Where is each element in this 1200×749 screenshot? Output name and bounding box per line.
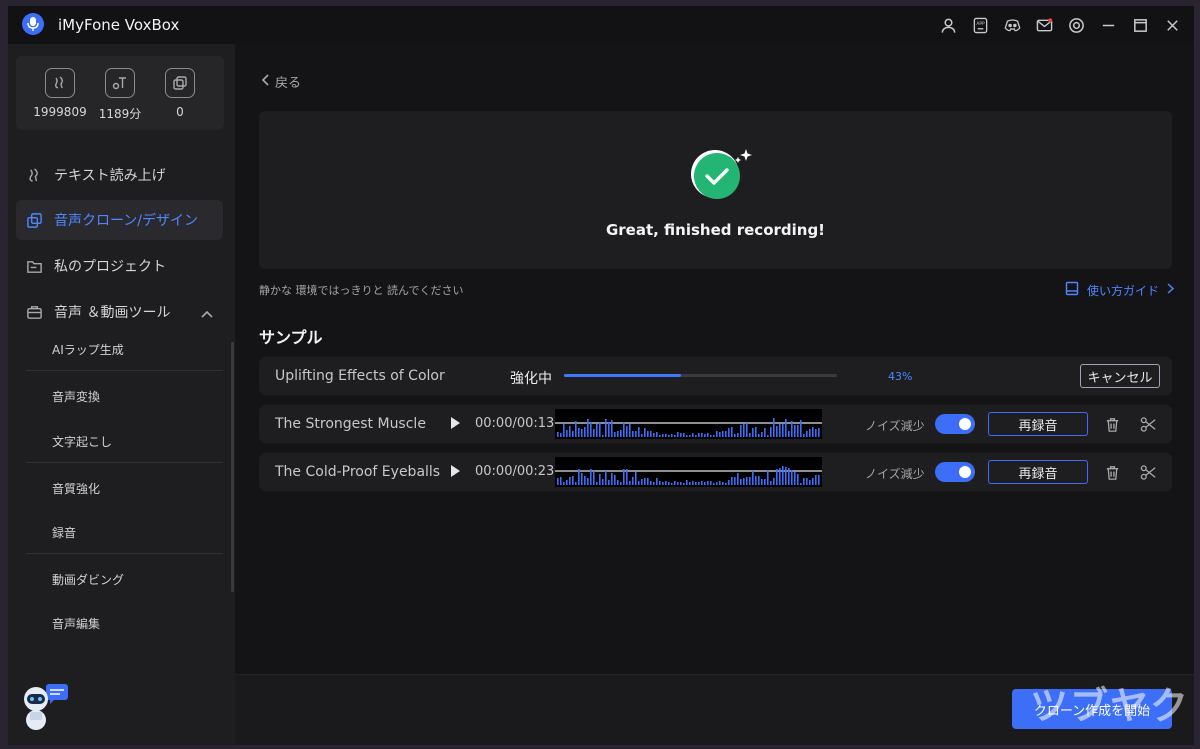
toolbox-icon: [26, 303, 44, 321]
noise-reduction-label: ノイズ減少: [865, 419, 925, 433]
sidebar-subitem-audio-enhance[interactable]: 音質強化: [52, 480, 100, 497]
sidebar-item-audio-video-tools[interactable]: 音声 ＆動画ツール: [16, 292, 223, 332]
success-check-icon: [686, 145, 752, 201]
rerecord-button[interactable]: 再録音: [988, 460, 1088, 484]
cancel-button[interactable]: キャンセル: [1080, 364, 1160, 388]
sample-row-enhancing: Uplifting Effects of Color 強化中 43% キャンセル: [259, 357, 1172, 395]
noise-reduction-label: ノイズ減少: [865, 467, 925, 481]
sidebar-item-text-to-speech[interactable]: テキスト読み上げ: [16, 155, 223, 195]
sample-row: The Strongest Muscle 00:00/00:13 ノイズ減少 再…: [259, 405, 1172, 443]
stat-value-clone: 0: [176, 105, 184, 119]
sample-name: The Strongest Muscle: [275, 416, 426, 432]
stat-text-voice: 1189分: [90, 68, 150, 122]
sidebar-item-voice-clone[interactable]: 音声クローン/デザイン: [16, 200, 223, 240]
divider: [26, 462, 223, 463]
chevron-right-icon: [1167, 283, 1175, 297]
finish-message: Great, finished recording!: [605, 221, 826, 239]
main-content: 戻る Great, finished recording! 静かな 環境ではっき…: [235, 44, 1194, 745]
back-label: 戻る: [275, 76, 302, 91]
chevron-left-icon: [261, 73, 269, 90]
trash-icon[interactable]: [1102, 462, 1122, 482]
rerecord-button[interactable]: 再録音: [988, 412, 1088, 436]
audio-waveform[interactable]: [555, 409, 822, 439]
stat-voice: 1999809: [30, 68, 90, 119]
scissors-icon[interactable]: [1138, 414, 1158, 434]
play-icon[interactable]: [451, 465, 460, 477]
clone-icon: [165, 68, 195, 98]
text-voice-icon: [105, 68, 135, 98]
progress-fill: [564, 374, 682, 377]
stat-value-text-voice: 1189分: [98, 107, 142, 121]
sample-time: 00:00/00:13: [475, 416, 555, 431]
book-icon: [1065, 281, 1079, 299]
sidebar-item-label: 音声 ＆動画ツール: [54, 305, 171, 321]
chevron-up-icon[interactable]: [201, 306, 213, 322]
sample-name: The Cold-Proof Eyeballs: [275, 464, 441, 480]
stat-value-voice: 1999809: [33, 105, 87, 119]
voice-icon: [26, 166, 44, 184]
close-icon[interactable]: [1160, 14, 1184, 36]
sidebar-subitem-transcription[interactable]: 文字起こし: [52, 433, 112, 450]
sidebar: 1999809 1189分 0 テキスト読み上げ 音声クローン/デザイン 私のプ…: [8, 44, 235, 745]
sidebar-scrollbar[interactable]: [231, 342, 234, 592]
clone-icon: [26, 211, 44, 229]
app-title: iMyFone VoxBox: [58, 16, 180, 34]
enhancing-status: 強化中: [510, 371, 552, 387]
divider: [26, 553, 223, 554]
sidebar-item-label: 私のプロジェクト: [54, 259, 166, 275]
scissors-icon[interactable]: [1138, 462, 1158, 482]
trash-icon[interactable]: [1102, 414, 1122, 434]
app-icon[interactable]: APP: [968, 14, 992, 36]
sample-name: Uplifting Effects of Color: [275, 368, 445, 384]
folder-icon: [26, 257, 44, 275]
sidebar-item-label: テキスト読み上げ: [54, 168, 166, 184]
settings-icon[interactable]: [1064, 14, 1088, 36]
sidebar-subitem-recording[interactable]: 録音: [52, 524, 76, 541]
footer-bar: クローン作成を開始 ツブヤク: [235, 674, 1194, 745]
app-logo-icon: [22, 13, 44, 35]
sidebar-subitem-ai-rap[interactable]: AIラップ生成: [52, 341, 124, 358]
recording-hint: 静かな 環境ではっきりと 読んでください: [259, 284, 464, 297]
chatbot-robot-icon[interactable]: [20, 682, 72, 734]
app-window: iMyFone VoxBox APP 1999809 1189分 0 テキスト読…: [8, 6, 1194, 745]
noise-reduction-toggle[interactable]: [935, 462, 975, 482]
divider: [26, 370, 223, 371]
recording-complete-panel: Great, finished recording!: [259, 111, 1172, 269]
enhance-progress-bar: [564, 374, 837, 377]
stat-clone: 0: [150, 68, 210, 119]
guide-label: 使い方ガイド: [1086, 283, 1159, 298]
sidebar-subitem-voice-changer[interactable]: 音声変換: [52, 388, 100, 405]
mail-icon[interactable]: [1032, 14, 1056, 36]
watermark-text: ツブヤク: [1030, 684, 1191, 728]
audio-waveform[interactable]: [555, 457, 822, 487]
sample-time: 00:00/00:23: [475, 464, 555, 479]
sample-row: The Cold-Proof Eyeballs 00:00/00:23 ノイズ減…: [259, 453, 1172, 491]
usage-stats: 1999809 1189分 0: [16, 56, 224, 130]
user-icon[interactable]: [936, 14, 960, 36]
minimize-icon[interactable]: [1096, 14, 1120, 36]
play-icon[interactable]: [451, 417, 460, 429]
sidebar-subitem-video-dubbing[interactable]: 動画ダビング: [52, 571, 124, 588]
svg-text:APP: APP: [976, 21, 985, 27]
maximize-icon[interactable]: [1128, 14, 1152, 36]
sidebar-item-label: 音声クローン/デザイン: [54, 213, 199, 229]
progress-percent: 43%: [888, 370, 913, 383]
back-button[interactable]: 戻る: [261, 72, 301, 91]
voice-icon: [45, 68, 75, 98]
usage-guide-link[interactable]: 使い方ガイド: [1065, 281, 1175, 299]
noise-reduction-toggle[interactable]: [935, 414, 975, 434]
title-bar: iMyFone VoxBox APP: [8, 6, 1194, 44]
sidebar-item-my-projects[interactable]: 私のプロジェクト: [16, 246, 223, 286]
discord-icon[interactable]: [1000, 14, 1024, 36]
sidebar-subitem-audio-editing[interactable]: 音声編集: [52, 615, 100, 632]
section-title: サンプル: [259, 328, 323, 347]
